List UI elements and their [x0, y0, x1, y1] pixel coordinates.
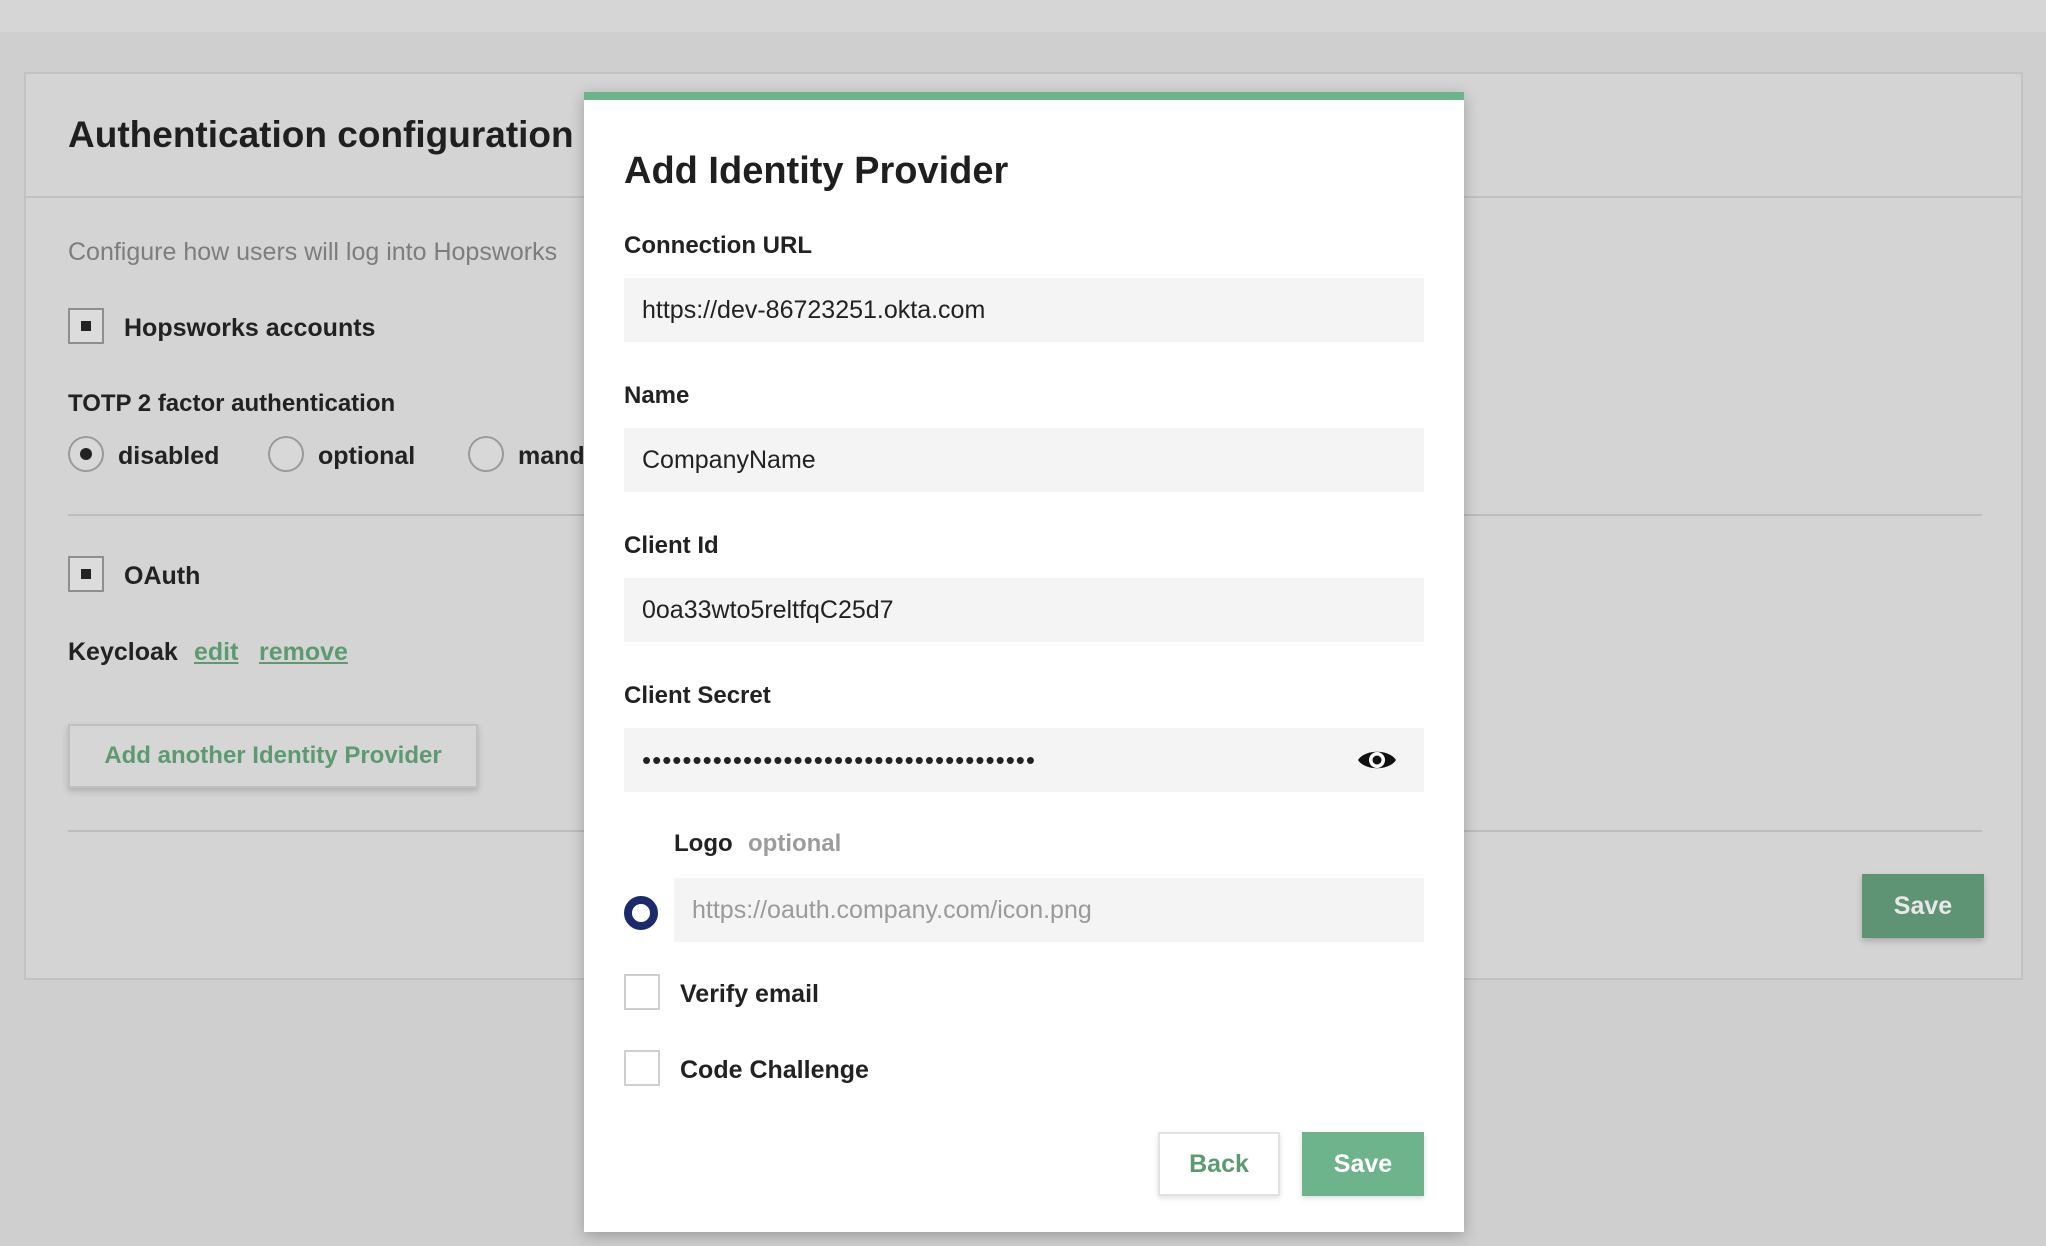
hopsworks-accounts-checkbox[interactable] — [68, 308, 104, 344]
client-secret-value: ••••••••••••••••••••••••••••••••••••••• — [642, 744, 1036, 775]
totp-option-optional: optional — [318, 442, 416, 470]
add-identity-provider-button[interactable]: Add another Identity Provider — [68, 724, 478, 788]
client-id-value: 0oa33wto5reltfqC25d7 — [642, 595, 894, 624]
connection-url-value: https://dev-86723251.okta.com — [642, 295, 986, 324]
modal-title: Add Identity Provider — [624, 150, 1009, 192]
logo-url-input[interactable]: https://oauth.company.com/icon.png — [674, 878, 1424, 942]
name-value: CompanyName — [642, 445, 816, 474]
connection-url-input[interactable]: https://dev-86723251.okta.com — [624, 278, 1424, 342]
remove-link[interactable]: remove — [259, 638, 348, 667]
edit-link[interactable]: edit — [194, 638, 238, 667]
verify-email-label: Verify email — [680, 980, 819, 1008]
back-button[interactable]: Back — [1158, 1132, 1280, 1196]
oauth-checkbox[interactable] — [68, 556, 104, 592]
logo-url-placeholder: https://oauth.company.com/icon.png — [692, 895, 1092, 924]
client-secret-input[interactable]: ••••••••••••••••••••••••••••••••••••••• — [624, 728, 1424, 792]
client-id-input[interactable]: 0oa33wto5reltfqC25d7 — [624, 578, 1424, 642]
totp-option-disabled: disabled — [118, 442, 220, 470]
provider-name: Keycloak — [68, 638, 178, 666]
logo-label: Logo — [674, 830, 733, 857]
oauth-label: OAuth — [124, 562, 201, 590]
name-label: Name — [624, 382, 690, 409]
totp-option-mandatory: mand — [518, 442, 585, 470]
verify-email-checkbox[interactable] — [624, 974, 660, 1010]
totp-radio-optional[interactable] — [268, 436, 304, 472]
add-identity-provider-modal: Add Identity Provider Connection URL htt… — [584, 92, 1464, 1232]
top-bar — [0, 0, 2046, 32]
client-id-label: Client Id — [624, 532, 719, 559]
logo-radio[interactable] — [624, 896, 658, 930]
eye-icon[interactable] — [1356, 746, 1398, 774]
save-button[interactable]: Save — [1862, 874, 1984, 938]
modal-save-button[interactable]: Save — [1302, 1132, 1424, 1196]
connection-url-label: Connection URL — [624, 232, 812, 259]
name-input[interactable]: CompanyName — [624, 428, 1424, 492]
hopsworks-accounts-label: Hopsworks accounts — [124, 314, 376, 342]
code-challenge-label: Code Challenge — [680, 1056, 869, 1084]
totp-radio-mandatory[interactable] — [468, 436, 504, 472]
page-title: Authentication configuration — [68, 114, 574, 155]
logo-optional-hint: optional — [748, 830, 842, 857]
code-challenge-checkbox[interactable] — [624, 1050, 660, 1086]
page-description: Configure how users will log into Hopswo… — [68, 238, 558, 266]
totp-radio-disabled[interactable] — [68, 436, 104, 472]
totp-label: TOTP 2 factor authentication — [68, 390, 396, 417]
client-secret-label: Client Secret — [624, 682, 771, 709]
